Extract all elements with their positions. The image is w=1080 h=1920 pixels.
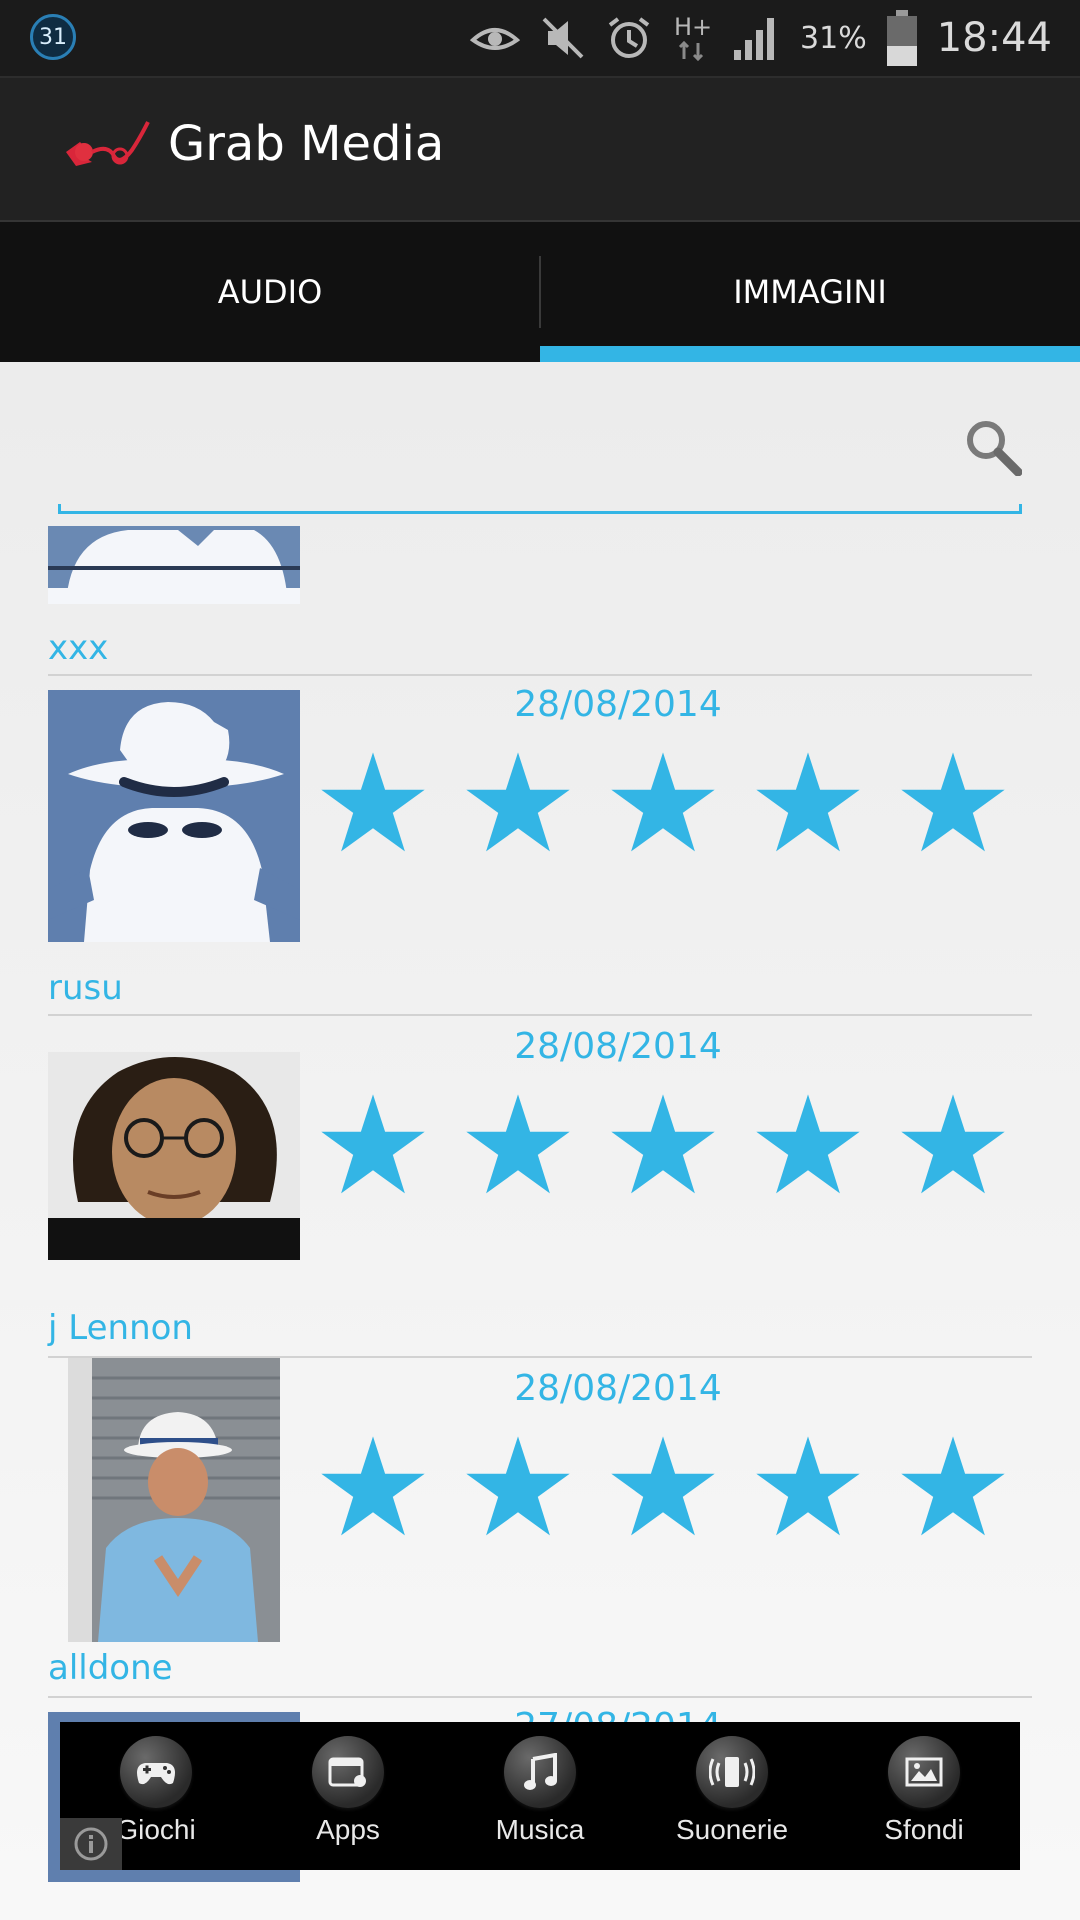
item-name[interactable]: xxx [48,628,108,668]
music-note-icon [504,1736,576,1808]
star-icon [466,752,570,852]
rating-stars [318,1090,1008,1200]
ad-item-apps[interactable]: Apps [258,1722,438,1846]
item-date: 28/08/2014 [514,1026,722,1067]
battery-icon [886,10,917,66]
battery-percent: 31% [800,20,867,56]
star-icon [901,1094,1005,1194]
star-icon [611,1436,715,1536]
row-divider [48,674,1032,676]
star-icon [611,1094,715,1194]
item-date: 28/08/2014 [514,684,722,725]
row-divider [48,1014,1032,1016]
star-icon [321,1436,425,1536]
ad-banner[interactable]: Giochi Apps Musica Suonerie Sfondi [60,1722,1020,1870]
star-icon [756,752,860,852]
ad-label: Apps [316,1814,380,1845]
star-icon [756,1094,860,1194]
star-icon [321,1094,425,1194]
wallpaper-icon [888,1736,960,1808]
star-icon [611,752,715,852]
status-bar: 31 H+ 31% 18:44 [0,0,1080,76]
star-icon [901,752,1005,852]
thumbnail-portrait-glasses[interactable] [48,1052,300,1260]
rating-stars [318,1432,1008,1542]
network-hplus-icon: H+ [672,11,712,65]
apps-icon [312,1736,384,1808]
image-list-content[interactable]: xxx 28/08/2014 rusu 28/08/2014 j Lennon … [0,362,1080,1920]
action-bar: Grab Media [0,76,1080,222]
star-icon [466,1436,570,1536]
clock: 18:44 [936,15,1052,61]
tab-immagini[interactable]: IMMAGINI [540,222,1080,362]
thumbnail-man-hat[interactable] [68,1358,280,1642]
star-icon [466,1094,570,1194]
mute-icon [540,15,586,61]
thumbnail-incognito-partial[interactable] [48,526,300,604]
status-icons: H+ 31% 18:44 [470,0,1052,76]
selected-tab-indicator [540,346,1080,362]
search-icon[interactable] [964,418,1023,480]
app-logo-icon [62,114,152,188]
thumbnail-incognito[interactable] [48,690,300,942]
search-input[interactable] [58,504,1022,514]
ringtone-icon [696,1736,768,1808]
svg-text:H+: H+ [674,13,712,41]
star-icon [321,752,425,852]
notification-badge: 31 [30,14,76,60]
eye-icon [470,20,521,56]
ad-item-musica[interactable]: Musica [450,1722,630,1846]
signal-icon [732,14,780,62]
row-divider [48,1696,1032,1698]
star-icon [901,1436,1005,1536]
gamepad-icon [120,1736,192,1808]
rating-stars [318,748,1008,858]
ad-item-suonerie[interactable]: Suonerie [642,1722,822,1846]
ad-label: Musica [495,1814,585,1845]
item-date: 28/08/2014 [514,1368,722,1409]
tab-audio[interactable]: AUDIO [0,222,540,362]
ad-label: Sfondi [884,1814,964,1845]
info-icon[interactable] [60,1818,122,1870]
star-icon [756,1436,860,1536]
app-title: Grab Media [168,116,445,172]
ad-label: Suonerie [675,1814,789,1845]
item-name[interactable]: j Lennon [48,1308,193,1348]
alarm-icon [606,15,652,61]
ad-label: Giochi [116,1814,196,1845]
item-name[interactable]: alldone [48,1648,173,1688]
item-name[interactable]: rusu [48,968,123,1008]
ad-item-sfondi[interactable]: Sfondi [834,1722,1014,1846]
tab-bar: AUDIO IMMAGINI [0,222,1080,362]
